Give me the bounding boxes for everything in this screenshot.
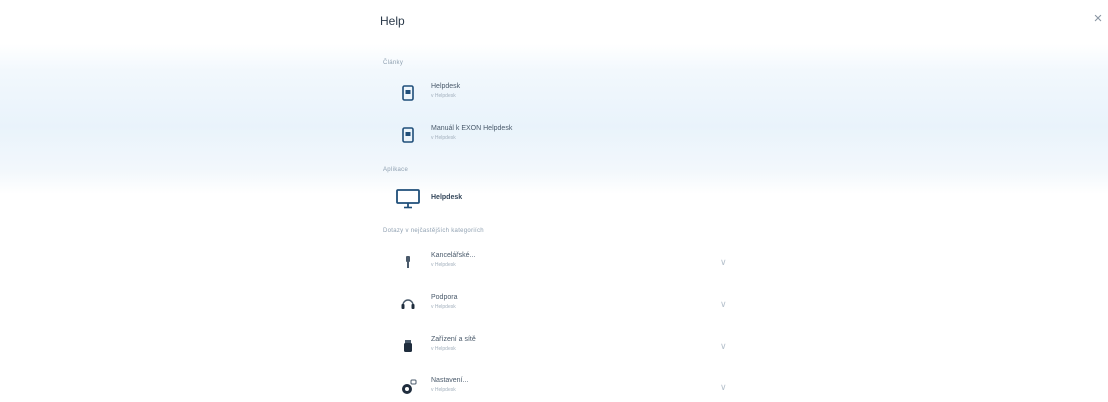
result-item-name: Kancelářské...	[431, 252, 476, 259]
section-title-categories: Dotazy v nejčastějších kategoriích	[383, 228, 484, 234]
result-item-location: v Helpdesk	[431, 135, 456, 141]
result-item-name: Helpdesk	[431, 194, 463, 201]
lamp-icon	[406, 256, 410, 268]
result-item-location: v Helpdesk	[431, 346, 456, 352]
result-item-location: v Helpdesk	[431, 262, 456, 268]
settings-icon	[402, 379, 417, 394]
result-item-name: Nastavení...	[431, 377, 469, 384]
result-item-name: Helpdesk	[431, 83, 461, 90]
section-title-apps: Aplikace	[383, 167, 409, 173]
result-item-page[interactable]: Manuál k EXON Helpdesk v Helpdesk	[383, 122, 743, 150]
close-icon: ×	[1093, 10, 1103, 27]
close-button[interactable]: ×	[1090, 11, 1106, 27]
chevron-down-icon[interactable]: ∨	[720, 257, 727, 268]
section-title-pages: Články	[383, 60, 404, 66]
background-band	[0, 44, 1108, 194]
result-item-name: Manuál k EXON Helpdesk	[431, 125, 513, 132]
result-item-location: v Helpdesk	[431, 387, 456, 393]
search-input[interactable]	[380, 11, 780, 31]
search-bar: ×	[0, 0, 1108, 40]
result-item-category[interactable]: Nastavení... v Helpdesk ∨	[383, 374, 743, 402]
document-icon	[402, 85, 414, 101]
result-item-name: Podpora	[431, 294, 458, 301]
chevron-down-icon[interactable]: ∨	[720, 341, 727, 352]
device-icon	[404, 340, 412, 352]
result-item-category[interactable]: Kancelářské... v Helpdesk ∨	[383, 249, 743, 277]
result-item-page[interactable]: Helpdesk v Helpdesk	[383, 80, 743, 108]
result-item-location: v Helpdesk	[431, 93, 456, 99]
result-item-category[interactable]: Zařízení a sítě v Helpdesk ∨	[383, 333, 743, 361]
chevron-down-icon[interactable]: ∨	[720, 299, 727, 310]
result-item-name: Zařízení a sítě	[431, 336, 476, 343]
result-item-location: v Helpdesk	[431, 304, 456, 310]
headset-icon	[401, 299, 415, 309]
document-icon	[402, 127, 414, 143]
result-item-app[interactable]: Helpdesk	[383, 186, 743, 214]
monitor-icon	[396, 189, 420, 209]
result-item-category[interactable]: Podpora v Helpdesk ∨	[383, 291, 743, 319]
chevron-down-icon[interactable]: ∨	[720, 382, 727, 393]
